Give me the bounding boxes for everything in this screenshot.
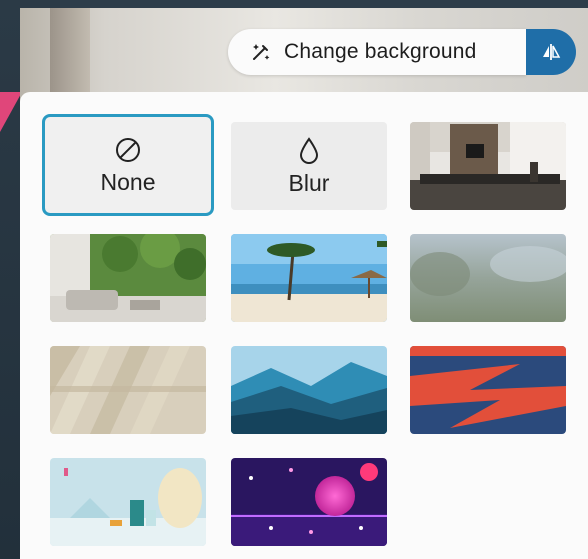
background-neon-spheres[interactable] bbox=[231, 458, 387, 546]
none-icon bbox=[116, 137, 140, 162]
effects-button[interactable] bbox=[526, 29, 576, 75]
beach-thumbnail bbox=[231, 234, 387, 322]
change-background-button[interactable]: Change background bbox=[228, 29, 526, 75]
sunlight-shadows-thumbnail bbox=[50, 346, 206, 434]
pastel-3d-thumbnail bbox=[50, 458, 206, 546]
neon-spheres-thumbnail bbox=[231, 458, 387, 546]
background-panel: None Blur bbox=[20, 92, 588, 559]
office-thumbnail bbox=[410, 122, 566, 210]
background-blue-mountains[interactable] bbox=[231, 346, 387, 434]
blurred-landscape-thumbnail bbox=[410, 234, 566, 322]
background-office[interactable] bbox=[410, 122, 566, 210]
blur-label: Blur bbox=[288, 169, 330, 196]
change-background-label: Change background bbox=[284, 40, 477, 63]
background-living-room[interactable] bbox=[50, 234, 206, 322]
blur-option[interactable]: Blur bbox=[231, 122, 387, 210]
arrow-shape bbox=[0, 92, 22, 132]
none-label: None bbox=[100, 168, 156, 195]
abstract-red-blue-thumbnail bbox=[410, 346, 566, 434]
background-sunlight-shadows[interactable] bbox=[50, 346, 206, 434]
background-blurred-landscape[interactable] bbox=[410, 234, 566, 322]
background-beach[interactable] bbox=[231, 234, 387, 322]
blue-mountains-thumbnail bbox=[231, 346, 387, 434]
living-room-thumbnail bbox=[50, 234, 206, 322]
effects-icon bbox=[543, 44, 561, 60]
background-pastel-3d[interactable] bbox=[50, 458, 206, 546]
magic-wand-icon bbox=[253, 44, 270, 60]
droplet-icon bbox=[299, 136, 319, 164]
background-abstract-red-blue[interactable] bbox=[410, 346, 566, 434]
none-option[interactable]: None bbox=[42, 114, 214, 216]
